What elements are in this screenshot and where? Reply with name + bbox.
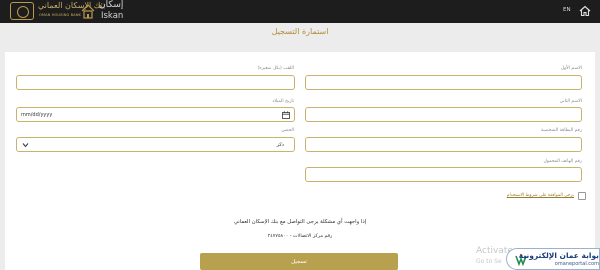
app-name-english: Iskan [101, 11, 124, 21]
dob-label: تاريخ الميلاد [272, 99, 294, 104]
second-name-label: الاسم الثاني [559, 99, 582, 104]
terms-link[interactable]: يرجى الموافقة على شروط الاستخدام [500, 193, 574, 198]
last-name-input[interactable] [16, 75, 295, 90]
page-title: استمارة التسجيل [271, 27, 329, 36]
gender-label: الجنس [281, 128, 294, 133]
portal-url: omaneportal.com [554, 261, 599, 267]
portal-name-arabic: بوابة عمان الإلكترونية [518, 251, 599, 260]
first-name-input[interactable] [305, 75, 582, 90]
iskan-logo-icon [81, 4, 95, 19]
language-toggle[interactable]: EN [563, 7, 571, 13]
call-center-number: رقم مركز الاتصالات - ٢٤٧٧٥٨٠٠ [267, 234, 333, 239]
gender-selected-value: ذكر [276, 142, 284, 148]
bank-name-arabic: بنك الإسكان العماني [38, 1, 106, 10]
last-name-label: اللقب (بكل صغيرة) [257, 66, 294, 71]
gender-select[interactable]: ذكر [16, 137, 295, 152]
first-name-label: الاسم الأول [560, 66, 582, 71]
id-number-input[interactable] [305, 137, 582, 152]
dob-placeholder: mm/dd/yyyy [21, 112, 53, 118]
phone-input[interactable] [305, 167, 582, 182]
app-name-arabic: إسكان [99, 0, 124, 10]
consent-checkbox[interactable] [578, 192, 586, 200]
bank-emblem-icon [10, 2, 34, 20]
top-bar: بنك الإسكان العماني OMAN HOUSING BANK إس… [0, 0, 600, 23]
phone-label: رقم الهاتف المحمول [543, 159, 582, 164]
id-number-label: رقم البطاقة الشخصية [541, 128, 582, 133]
dob-input[interactable]: mm/dd/yyyy [16, 107, 295, 122]
second-name-input[interactable] [305, 107, 582, 122]
portal-watermark-badge: بوابة عمان الإلكترونية omaneportal.com [506, 248, 600, 270]
bank-name-english: OMAN HOUSING BANK [38, 13, 81, 17]
register-button[interactable]: تسجيل [200, 253, 398, 270]
home-icon[interactable] [579, 5, 591, 17]
contact-notice: إذا واجهت أي مشكلة يرجى التواصل مع بنك ا… [233, 219, 367, 225]
chevron-down-icon [22, 143, 29, 148]
calendar-icon[interactable] [282, 111, 290, 119]
activation-watermark-subtitle: Go to Se [476, 258, 502, 265]
